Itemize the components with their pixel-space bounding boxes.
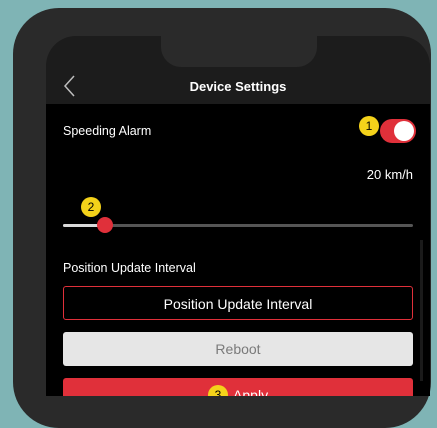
reboot-button-label: Reboot	[215, 341, 261, 357]
background-edge	[420, 240, 423, 381]
settings-content: Speeding Alarm 1 20 km/h 2 Position Upda…	[46, 104, 430, 396]
position-update-label: Position Update Interval	[63, 261, 196, 275]
app-header: Device Settings	[46, 70, 430, 104]
speed-slider[interactable]	[63, 217, 413, 233]
slider-thumb[interactable]	[97, 217, 113, 233]
speeding-alarm-toggle[interactable]	[380, 119, 416, 143]
page-title: Device Settings	[189, 79, 287, 94]
speeding-alarm-label: Speeding Alarm	[63, 124, 152, 138]
speed-value: 20 km/h	[366, 167, 413, 182]
phone-screen: Device Settings Speeding Alarm 1 20 km/h…	[46, 36, 430, 396]
badge-2: 2	[81, 197, 101, 217]
reboot-button[interactable]: Reboot	[63, 332, 413, 366]
phone-notch	[161, 36, 317, 67]
position-update-interval-button[interactable]: Position Update Interval	[63, 286, 413, 320]
phone-frame: Device Settings Speeding Alarm 1 20 km/h…	[13, 8, 431, 428]
toggle-knob	[394, 121, 414, 141]
position-update-button-label: Position Update Interval	[163, 296, 313, 312]
badge-3: 3	[207, 385, 228, 396]
apply-button-label: Apply	[233, 387, 269, 396]
badge-1: 1	[359, 116, 379, 136]
